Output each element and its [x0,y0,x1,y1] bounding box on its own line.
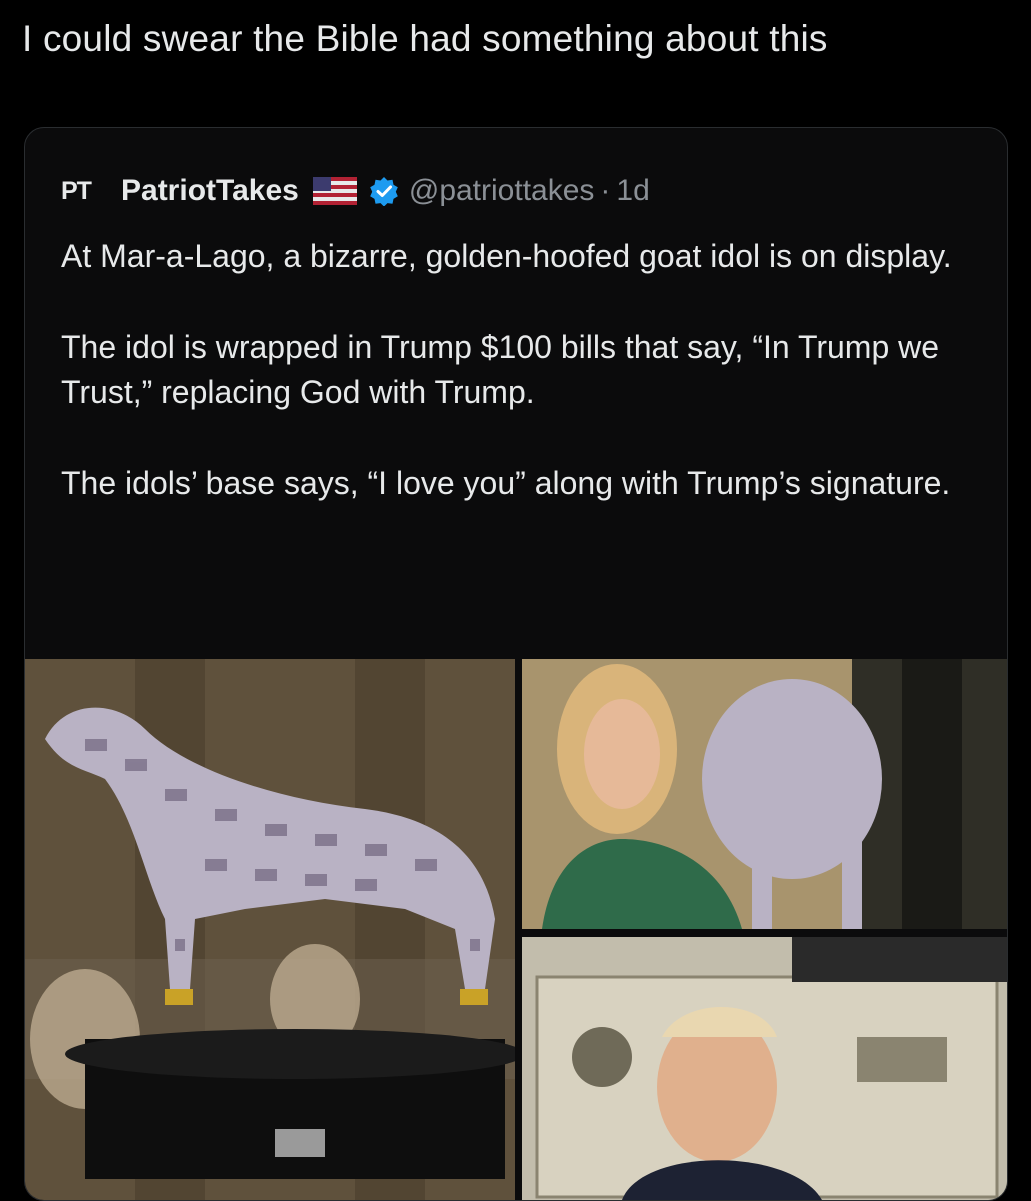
author-name[interactable]: PatriotTakes [121,174,299,208]
media-grid [25,659,1007,1200]
goat-idol-photo[interactable] [25,659,515,1200]
tweet-paragraph: At Mar-a-Lago, a bizarre, golden-hoofed … [61,238,952,274]
trump-bill-closeup-photo[interactable] [522,937,1007,1200]
separator-dot: · [600,174,611,207]
quoted-tweet-card[interactable]: PT PatriotTakes @patriottakes · 1d At Ma… [24,127,1008,1201]
tweet-body: At Mar-a-Lago, a bizarre, golden-hoofed … [61,234,981,552]
tweet-paragraph: The idol is wrapped in Trump $100 bills … [61,329,940,410]
author-handle[interactable]: @patriottakes [409,174,595,208]
post-caption: I could swear the Bible had something ab… [22,18,828,59]
woman-with-idol-photo[interactable] [522,659,1007,929]
tweet-paragraph: The idols’ base says, “I love you” along… [61,465,951,501]
us-flag-icon [312,177,357,205]
verified-badge-icon [369,176,399,207]
timestamp[interactable]: 1d [616,174,649,208]
avatar[interactable]: PT [61,176,101,206]
quoted-tweet-header: PT PatriotTakes @patriottakes · 1d [61,169,650,213]
